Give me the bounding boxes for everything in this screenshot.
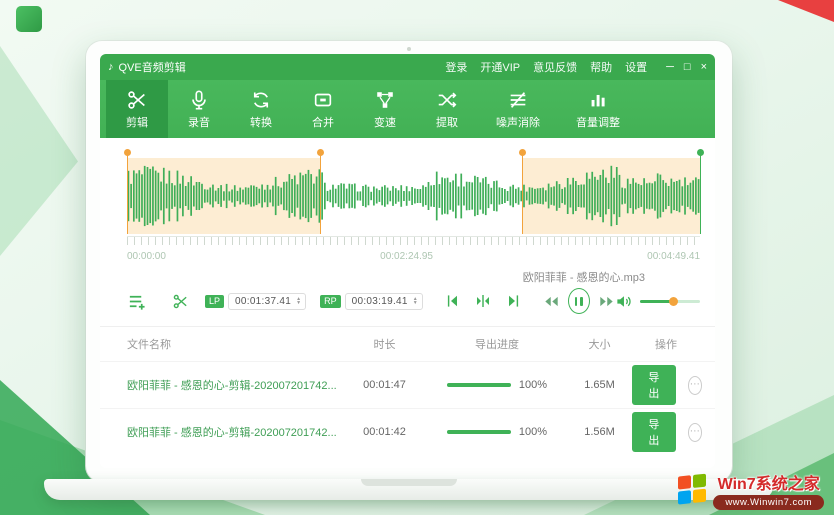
toolbar: 剪辑 录音 转换 [100, 80, 715, 138]
export-progress: 100% [427, 426, 567, 438]
rp-spinner[interactable]: ▲ ▼ [413, 297, 418, 305]
tab-extract[interactable]: 提取 [416, 80, 478, 138]
export-button[interactable]: 导出 [632, 365, 676, 405]
col-filename: 文件名称 [127, 336, 342, 352]
volume-fill [640, 300, 673, 303]
waveform-display[interactable] [127, 158, 700, 234]
file-size: 1.65M [567, 379, 632, 391]
rewind-button[interactable] [543, 294, 560, 309]
timeline-ruler[interactable] [127, 236, 700, 245]
col-action: 操作 [632, 336, 700, 352]
tab-volume-adjust[interactable]: 音量调整 [558, 80, 638, 138]
file-name[interactable]: 欧阳菲菲 - 感恩的心-剪辑-202007201742... [127, 424, 342, 440]
left-point-time-input[interactable]: 00:01:37.41 ▲ ▼ [228, 293, 306, 310]
file-duration: 00:01:47 [342, 379, 427, 391]
export-table: 文件名称 时长 导出进度 大小 操作 欧阳菲菲 - 感恩的心-剪辑-202007… [100, 326, 715, 468]
spinner-down-icon: ▼ [296, 301, 301, 305]
time-end-label: 00:04:49.41 [647, 251, 700, 269]
file-duration: 00:01:42 [342, 426, 427, 438]
col-size: 大小 [567, 336, 632, 352]
time-mid-label: 00:02:24.95 [380, 251, 433, 269]
forward-button[interactable] [598, 294, 615, 309]
tab-speed[interactable]: 变速 [354, 80, 416, 138]
app-title: QVE音频剪辑 [119, 59, 186, 75]
menu-login[interactable]: 登录 [445, 59, 467, 75]
menu-help[interactable]: 帮助 [590, 59, 612, 75]
decor-triangle-left [0, 46, 78, 256]
more-options-button[interactable]: ⋯ [688, 423, 702, 442]
shuffle-icon [436, 89, 458, 111]
windows-flag-icon [678, 473, 708, 506]
file-size: 1.56M [567, 426, 632, 438]
col-progress: 导出进度 [427, 336, 567, 352]
laptop-mockup: ♪ QVE音频剪辑 登录 开通VIP 意见反馈 帮助 设置 ─ □ × [0, 0, 834, 515]
menu-vip[interactable]: 开通VIP [480, 59, 520, 75]
scissors-icon [126, 89, 148, 111]
volume-knob[interactable] [669, 297, 678, 306]
file-name[interactable]: 欧阳菲菲 - 感恩的心-剪辑-202007201742... [127, 377, 342, 393]
marker-end[interactable] [700, 152, 701, 234]
cut-button[interactable] [172, 293, 189, 310]
camera-dot [407, 47, 411, 51]
waveform-panel: 00:00:00 00:02:24.95 00:04:49.41 [100, 138, 715, 269]
laptop-bezel: ♪ QVE音频剪辑 登录 开通VIP 意见反馈 帮助 设置 ─ □ × [86, 41, 732, 482]
progress-percent: 100% [519, 379, 547, 391]
seek-to-cursor-button[interactable] [475, 293, 491, 309]
volume-bars-icon [587, 89, 609, 111]
spinner-down-icon: ▼ [413, 301, 418, 305]
menu-settings[interactable]: 设置 [625, 59, 647, 75]
convert-arrows-icon [250, 89, 272, 111]
export-progress: 100% [427, 379, 567, 391]
volume-slider[interactable] [640, 296, 700, 306]
laptop-base [44, 479, 774, 500]
add-to-list-button[interactable] [127, 292, 146, 311]
transport-bar: LP 00:01:37.41 ▲ ▼ RP 00:03:19.41 ▲ ▼ [100, 284, 715, 318]
watermark-url: www.Winwin7.com [713, 495, 824, 510]
close-button[interactable]: × [701, 62, 707, 73]
now-playing-filename: 欧阳菲菲 - 感恩的心.mp3 [523, 272, 645, 284]
merge-icon [312, 89, 334, 111]
table-row[interactable]: 欧阳菲菲 - 感恩的心-剪辑-202007201742... 00:01:47 … [100, 361, 715, 408]
noise-removal-icon [507, 89, 529, 111]
laptop-notch [361, 479, 457, 486]
table-row[interactable]: 欧阳菲菲 - 感恩的心-剪辑-202007201742... 00:01:42 … [100, 408, 715, 455]
music-note-icon: ♪ [108, 61, 114, 73]
tab-record[interactable]: 录音 [168, 80, 230, 138]
export-button[interactable]: 导出 [632, 412, 676, 452]
lp-spinner[interactable]: ▲ ▼ [296, 297, 301, 305]
speaker-icon[interactable] [615, 293, 632, 310]
tab-convert[interactable]: 转换 [230, 80, 292, 138]
watermark: Win7系统之家 www.Winwin7.com [678, 470, 824, 510]
time-labels: 00:00:00 00:02:24.95 00:04:49.41 [127, 245, 700, 269]
maximize-button[interactable]: □ [684, 62, 691, 73]
seek-to-start-button[interactable] [445, 293, 461, 309]
right-point-badge[interactable]: RP [320, 295, 341, 308]
app-window: ♪ QVE音频剪辑 登录 开通VIP 意见反馈 帮助 设置 ─ □ × [100, 54, 715, 468]
left-point-badge[interactable]: LP [205, 295, 224, 308]
tab-clip[interactable]: 剪辑 [106, 80, 168, 138]
table-header: 文件名称 时长 导出进度 大小 操作 [100, 327, 715, 361]
speed-icon [374, 89, 396, 111]
col-duration: 时长 [342, 336, 427, 352]
minimize-button[interactable]: ─ [666, 62, 674, 73]
pause-button[interactable] [568, 288, 590, 314]
site-logo-square [16, 6, 42, 32]
marker-start[interactable] [127, 152, 128, 234]
seek-to-end-button[interactable] [505, 293, 521, 309]
corner-ribbon [778, 0, 834, 22]
time-start-label: 00:00:00 [127, 251, 166, 269]
more-options-button[interactable]: ⋯ [688, 376, 702, 395]
titlebar: ♪ QVE音频剪辑 登录 开通VIP 意见反馈 帮助 设置 ─ □ × [100, 54, 715, 80]
marker-rp[interactable] [522, 152, 523, 234]
tab-noise-removal[interactable]: 噪声消除 [478, 80, 558, 138]
marker-lp[interactable] [320, 152, 321, 234]
microphone-icon [188, 89, 210, 111]
tab-merge[interactable]: 合并 [292, 80, 354, 138]
progress-percent: 100% [519, 426, 547, 438]
menu-feedback[interactable]: 意见反馈 [533, 59, 577, 75]
right-point-time-input[interactable]: 00:03:19.41 ▲ ▼ [345, 293, 423, 310]
watermark-title: Win7系统之家 [718, 470, 820, 494]
